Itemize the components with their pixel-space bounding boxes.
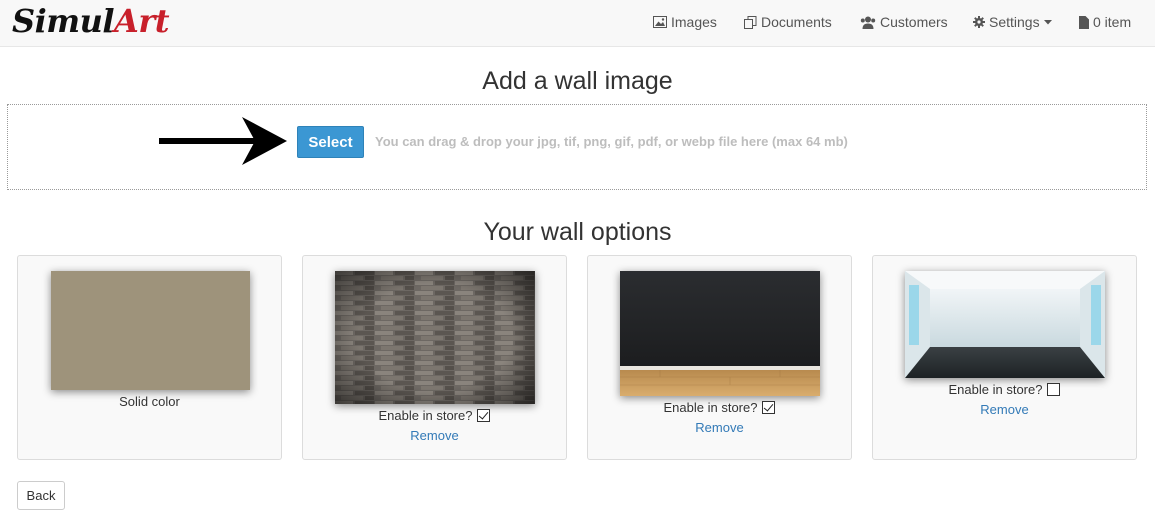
wall-options-title: Your wall options xyxy=(483,218,672,246)
select-file-button[interactable]: Select xyxy=(297,126,364,158)
nav-images-link[interactable]: Images xyxy=(653,14,717,30)
enable-in-store-row: Enable in store? xyxy=(303,408,566,423)
nav-settings-label: Settings xyxy=(989,14,1040,30)
brand-logo[interactable]: SimulArt xyxy=(12,2,170,40)
nav-settings-dropdown[interactable]: Settings xyxy=(973,14,1052,30)
remove-wall-link[interactable]: Remove xyxy=(873,402,1136,417)
top-navbar: SimulArt Images Documents Customers Sett… xyxy=(0,0,1155,47)
wall-option-card: Enable in store? Remove xyxy=(872,255,1137,460)
nav-cart-link[interactable]: 0 item xyxy=(1079,14,1131,30)
enable-in-store-checkbox[interactable] xyxy=(762,401,776,414)
image-icon xyxy=(653,16,667,28)
file-icon xyxy=(1079,15,1089,29)
documents-icon xyxy=(744,15,757,29)
nav-customers-link[interactable]: Customers xyxy=(860,14,948,30)
enable-in-store-label: Enable in store? xyxy=(663,400,758,415)
dropzone-hint: You can drag & drop your jpg, tif, png, … xyxy=(375,134,848,149)
upload-section-title: Add a wall image xyxy=(482,67,673,95)
nav-documents-link[interactable]: Documents xyxy=(744,14,832,30)
arrow-right-icon xyxy=(159,117,287,165)
back-button[interactable]: Back xyxy=(17,481,65,510)
wall-option-card: Enable in store? Remove xyxy=(587,255,852,460)
wall-preview-stone[interactable] xyxy=(335,271,535,404)
enable-in-store-label: Enable in store? xyxy=(948,382,1043,397)
enable-in-store-checkbox[interactable] xyxy=(477,409,491,422)
wall-preview-dark-wood-floor[interactable] xyxy=(620,271,820,396)
wall-preview-white-room[interactable] xyxy=(905,271,1105,378)
wall-option-card: Enable in store? Remove xyxy=(302,255,567,460)
enable-in-store-label: Enable in store? xyxy=(378,408,473,423)
nav-images-label: Images xyxy=(671,14,717,30)
users-icon xyxy=(860,16,876,29)
remove-wall-link[interactable]: Remove xyxy=(303,428,566,443)
brand-logo-part1: Simul xyxy=(12,2,115,40)
nav-cart-label: 0 item xyxy=(1093,14,1132,30)
nav-customers-label: Customers xyxy=(880,14,948,30)
wall-option-card: Solid color xyxy=(17,255,282,460)
enable-in-store-row: Enable in store? xyxy=(873,382,1136,397)
wall-preview-solid-color[interactable] xyxy=(51,271,250,390)
enable-in-store-checkbox[interactable] xyxy=(1047,383,1061,396)
caret-down-icon xyxy=(1043,19,1052,24)
nav-documents-label: Documents xyxy=(761,14,832,30)
gear-icon xyxy=(973,16,985,28)
enable-in-store-row: Enable in store? xyxy=(588,400,851,415)
brand-logo-part2: Art xyxy=(114,2,170,40)
remove-wall-link[interactable]: Remove xyxy=(588,420,851,435)
wall-caption: Solid color xyxy=(119,394,180,409)
